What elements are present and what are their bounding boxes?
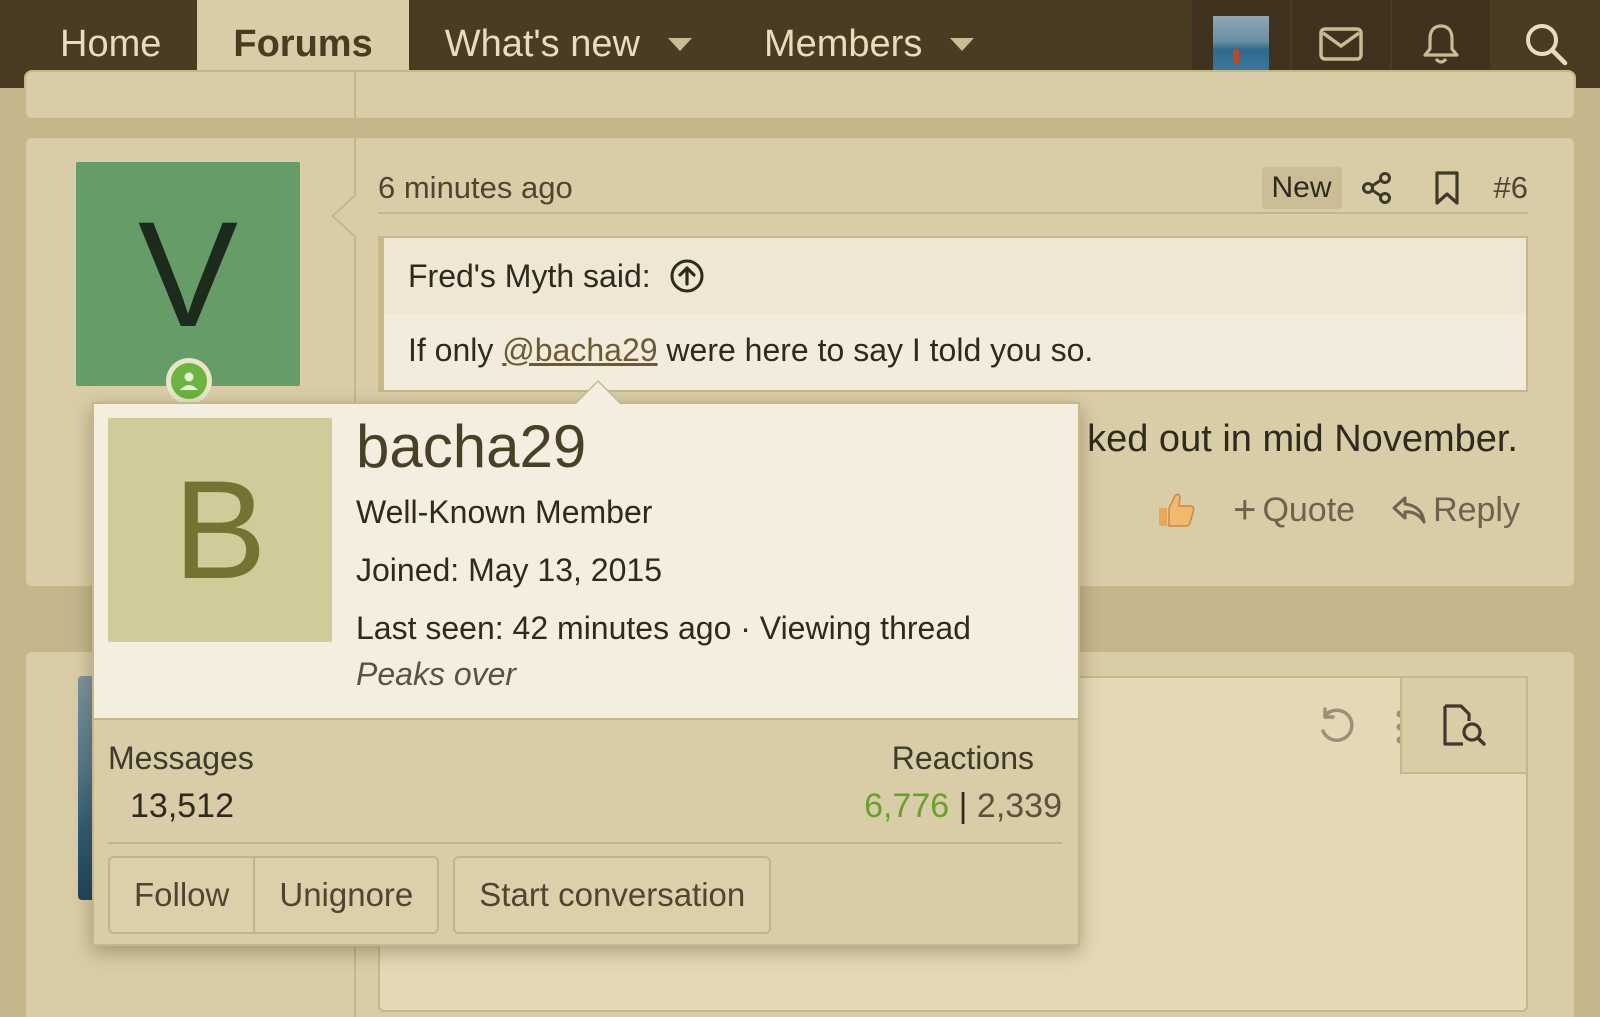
quote-text-after: were here to say I told you so. — [657, 332, 1094, 368]
nav-tab-whats-new-label: What's new — [444, 22, 640, 65]
preview-button[interactable] — [1400, 676, 1528, 774]
quote-button-label: Quote — [1262, 490, 1356, 529]
share-button[interactable] — [1342, 171, 1412, 205]
conversation-group: Start conversation — [453, 856, 772, 934]
post-timestamp[interactable]: 6 minutes ago — [378, 170, 573, 206]
author-avatar[interactable]: V — [76, 162, 300, 386]
reactions-separator: | — [949, 787, 977, 825]
reply-button[interactable]: Reply — [1391, 491, 1520, 530]
previous-post — [24, 70, 1576, 120]
editor-toolbar — [1316, 706, 1406, 753]
last-seen-value: 42 minutes ago · Viewing thread — [512, 610, 971, 646]
chevron-down-icon[interactable] — [667, 37, 692, 51]
member-info: bacha29 Well-Known Member Joined: May 13… — [356, 412, 971, 693]
mail-icon — [1319, 27, 1363, 61]
thumbs-up-icon — [1159, 493, 1195, 527]
user-avatar-thumbnail — [1213, 16, 1269, 72]
jump-to-quote-button[interactable] — [669, 258, 705, 294]
reactions-positive: 6,776 — [864, 787, 950, 825]
member-tooltip-footer: Messages 13,512 Reactions 6,776 | 2,339 … — [94, 718, 1078, 944]
plus-icon: + — [1233, 488, 1257, 532]
nav-tab-home-label: Home — [60, 22, 162, 65]
follow-ignore-group: Follow Unignore — [108, 856, 440, 934]
post-number-link[interactable]: #6 — [1494, 170, 1528, 206]
follow-button[interactable]: Follow — [110, 858, 254, 932]
bookmark-button[interactable] — [1412, 170, 1482, 206]
undo-button[interactable] — [1316, 706, 1358, 753]
start-conversation-button[interactable]: Start conversation — [455, 858, 770, 932]
new-badge: New — [1261, 167, 1342, 209]
search-icon — [1526, 24, 1568, 66]
post-pointer — [331, 194, 356, 238]
reactions-stat: Reactions 6,776 | 2,339 — [864, 740, 1062, 826]
joined-value: May 13, 2015 — [468, 552, 662, 588]
messages-value[interactable]: 13,512 — [130, 787, 254, 826]
user-mention-link[interactable]: @bacha29 — [502, 332, 657, 368]
member-tooltip-header: B bacha29 Well-Known Member Joined: May … — [94, 404, 1078, 718]
preview-document-icon — [1443, 704, 1486, 746]
member-avatar-initial: B — [173, 451, 267, 608]
member-username[interactable]: bacha29 — [356, 412, 971, 482]
bookmark-icon — [1434, 171, 1459, 205]
author-avatar-initial: V — [137, 189, 239, 358]
reactions-label: Reactions — [891, 740, 1034, 776]
member-title: Well-Known Member — [356, 494, 653, 530]
post-header-actions: New #6 — [1261, 167, 1528, 209]
member-last-seen: Last seen: 42 minutes ago · Viewing thre… — [356, 608, 971, 648]
arrow-up-circle-icon — [670, 259, 704, 293]
member-actions: Follow Unignore Start conversation — [108, 856, 772, 934]
tooltip-pointer — [574, 380, 622, 404]
quote-button[interactable]: + Quote — [1233, 488, 1356, 532]
quote-text-before: If only — [408, 332, 503, 368]
like-button[interactable] — [1155, 490, 1197, 530]
member-avatar[interactable]: B — [108, 418, 332, 642]
post-header: 6 minutes ago New #6 — [378, 164, 1528, 214]
share-icon — [1361, 172, 1391, 204]
reactions-other: 2,339 — [976, 787, 1062, 825]
reply-button-label: Reply — [1433, 490, 1520, 529]
unignore-button[interactable]: Unignore — [253, 858, 438, 932]
quote-block: Fred's Myth said: If only @bacha29 were … — [378, 236, 1528, 392]
post-footer-actions: + Quote Reply — [1155, 490, 1520, 530]
nav-tab-members-label: Members — [763, 22, 923, 65]
reactions-value: 6,776 | 2,339 — [864, 787, 1062, 826]
messages-stat: Messages 13,512 — [108, 740, 254, 826]
messages-label: Messages — [108, 740, 254, 776]
member-joined: Joined: May 13, 2015 — [356, 550, 971, 590]
member-status: Peaks over — [356, 656, 517, 692]
quote-author: Fred's Myth said: — [408, 257, 651, 294]
member-stats: Messages 13,512 Reactions 6,776 | 2,339 — [108, 740, 1062, 844]
post-body: ked out in mid November. — [1087, 418, 1518, 460]
nav-tab-forums-label: Forums — [233, 22, 373, 65]
bell-icon — [1423, 24, 1459, 64]
user-icon — [180, 372, 198, 390]
joined-label: Joined: — [356, 552, 460, 588]
member-tooltip: B bacha29 Well-Known Member Joined: May … — [92, 402, 1080, 946]
quote-header: Fred's Myth said: — [384, 238, 1526, 314]
chevron-down-icon[interactable] — [950, 37, 975, 51]
post-column-divider — [354, 72, 356, 118]
online-status-icon — [166, 358, 212, 404]
last-seen-label: Last seen: — [356, 610, 504, 646]
undo-icon — [1321, 707, 1354, 742]
quote-content: If only @bacha29 were here to say I told… — [384, 314, 1526, 387]
reply-icon — [1392, 496, 1426, 524]
